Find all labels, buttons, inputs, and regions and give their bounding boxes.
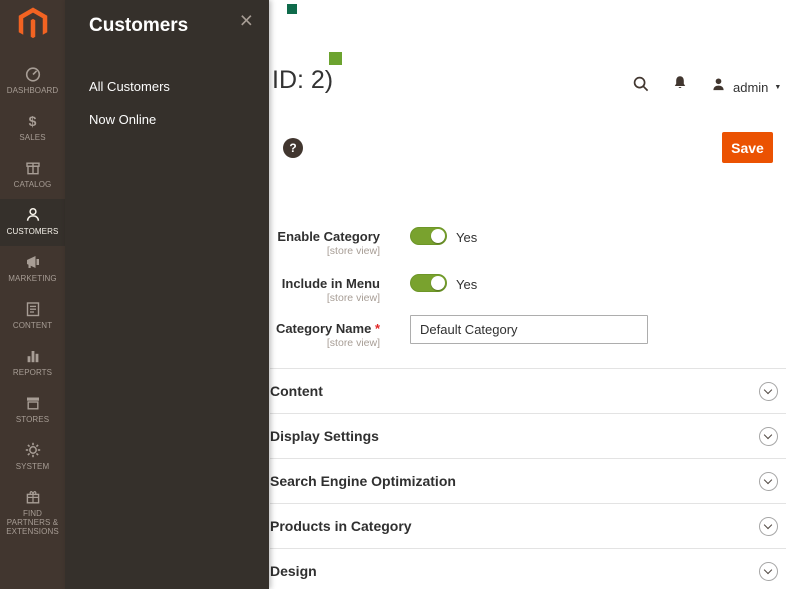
enable-category-toggle[interactable] xyxy=(410,227,447,245)
chevron-down-icon xyxy=(759,517,778,536)
sidebar-item-label: CATALOG xyxy=(14,180,52,189)
user-icon xyxy=(710,76,727,98)
notifications-bell-icon[interactable] xyxy=(671,74,689,92)
find-partners-icon xyxy=(24,488,42,506)
include-in-menu-value: Yes xyxy=(456,277,477,292)
green-mark-small xyxy=(287,4,297,14)
section-content[interactable]: Content xyxy=(270,368,786,413)
include-in-menu-toggle[interactable] xyxy=(410,274,447,292)
marketing-icon xyxy=(24,253,42,271)
admin-user-menu[interactable]: admin ▼ xyxy=(710,76,781,98)
search-icon[interactable] xyxy=(632,75,650,93)
sales-icon: $ xyxy=(29,112,37,130)
customers-icon xyxy=(24,206,42,224)
flyout-title: Customers xyxy=(89,15,188,37)
section-search-engine-optimization[interactable]: Search Engine Optimization xyxy=(270,458,786,503)
chevron-down-icon xyxy=(759,472,778,491)
magento-admin-page: DASHBOARD $ SALES CATALOG CUSTOMERS xyxy=(0,0,800,589)
content-icon xyxy=(24,300,42,318)
page-title: ID: 2) xyxy=(272,66,333,95)
flyout-item-now-online[interactable]: Now Online xyxy=(89,112,156,127)
stores-icon xyxy=(24,394,42,412)
sidebar-item-label: SALES xyxy=(19,133,45,142)
enable-category-value: Yes xyxy=(456,230,477,245)
reports-icon xyxy=(24,347,42,365)
sidebar-item-label: REPORTS xyxy=(13,368,52,377)
sidebar-item-system[interactable]: SYSTEM xyxy=(0,434,65,481)
sidebar-item-catalog[interactable]: CATALOG xyxy=(0,152,65,199)
chevron-down-icon xyxy=(759,382,778,401)
sidebar-item-reports[interactable]: REPORTS xyxy=(0,340,65,387)
sidebar-item-marketing[interactable]: MARKETING xyxy=(0,246,65,293)
section-display-settings[interactable]: Display Settings xyxy=(270,413,786,458)
sidebar-item-label: SYSTEM xyxy=(16,462,50,471)
sidebar-item-find-partners[interactable]: FIND PARTNERS & EXTENSIONS xyxy=(0,481,65,535)
sidebar-item-label: DASHBOARD xyxy=(7,86,59,95)
help-icon[interactable]: ? xyxy=(283,138,303,158)
admin-username: admin xyxy=(733,80,768,95)
admin-sidebar: DASHBOARD $ SALES CATALOG CUSTOMERS xyxy=(0,0,65,589)
sidebar-item-stores[interactable]: STORES xyxy=(0,387,65,434)
close-icon[interactable]: × xyxy=(240,9,253,32)
sidebar-item-customers[interactable]: CUSTOMERS xyxy=(0,199,65,246)
sidebar-item-label: CONTENT xyxy=(13,321,52,330)
customers-flyout-menu: Customers × All Customers Now Online xyxy=(65,0,269,589)
section-list: Content Display Settings Search Engine O… xyxy=(270,368,786,589)
chevron-down-icon: ▼ xyxy=(774,84,781,91)
sidebar-item-label: STORES xyxy=(16,415,49,424)
sidebar-item-label: CUSTOMERS xyxy=(7,227,59,236)
sidebar-item-content[interactable]: CONTENT xyxy=(0,293,65,340)
catalog-icon xyxy=(24,159,42,177)
required-asterisk: * xyxy=(375,321,380,336)
section-products-in-category[interactable]: Products in Category xyxy=(270,503,786,548)
dashboard-icon xyxy=(24,65,42,83)
sidebar-item-label: MARKETING xyxy=(8,274,56,283)
toggle-knob xyxy=(431,276,445,290)
magento-logo-icon[interactable] xyxy=(15,6,51,42)
green-mark-large xyxy=(329,52,342,65)
save-button[interactable]: Save xyxy=(722,132,773,163)
chevron-down-icon xyxy=(759,562,778,581)
sidebar-item-sales[interactable]: $ SALES xyxy=(0,105,65,152)
section-design[interactable]: Design xyxy=(270,548,786,589)
toggle-knob xyxy=(431,229,445,243)
chevron-down-icon xyxy=(759,427,778,446)
sidebar-nav: DASHBOARD $ SALES CATALOG CUSTOMERS xyxy=(0,58,65,535)
category-name-input[interactable] xyxy=(410,315,648,344)
system-icon xyxy=(24,441,42,459)
sidebar-item-label: FIND PARTNERS & EXTENSIONS xyxy=(3,509,63,536)
flyout-item-all-customers[interactable]: All Customers xyxy=(89,79,170,94)
sidebar-item-dashboard[interactable]: DASHBOARD xyxy=(0,58,65,105)
